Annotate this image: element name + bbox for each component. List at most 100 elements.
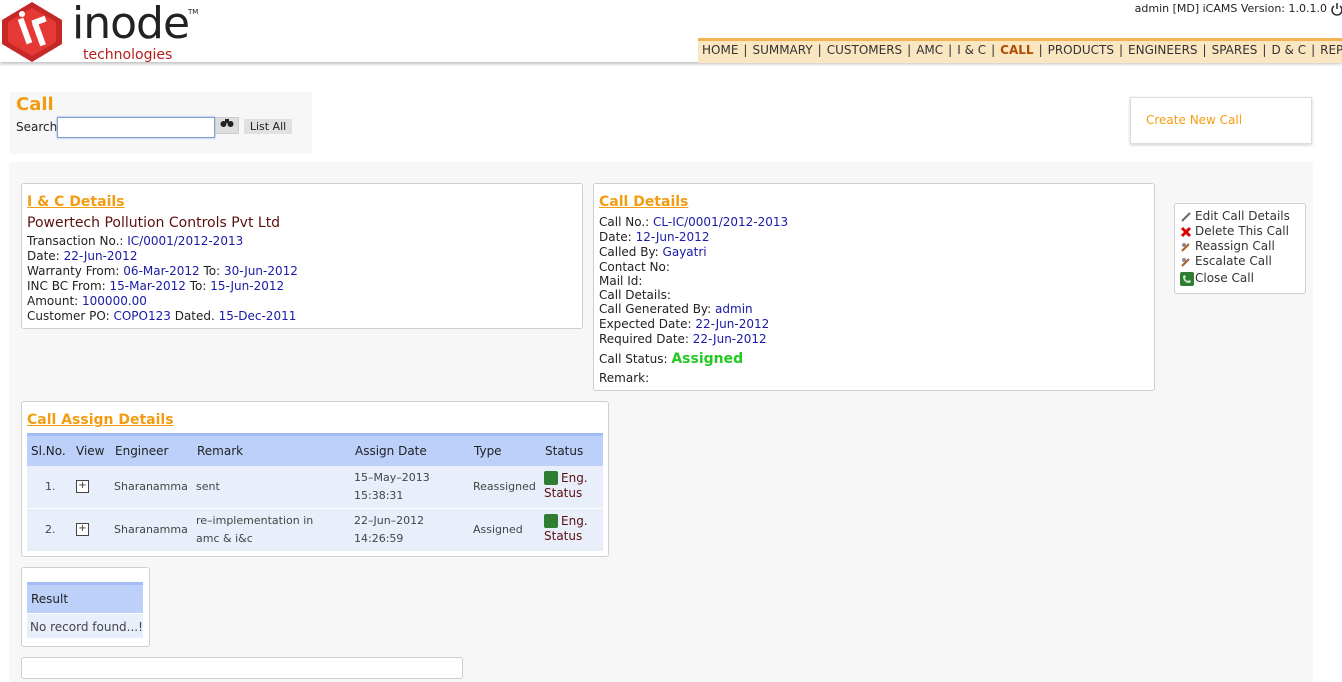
required-date-line: Required Date: 22-Jun-2012: [599, 332, 767, 346]
inc-from: 15-Mar-2012: [109, 279, 186, 293]
nav-separator: |: [1118, 43, 1124, 57]
mail-label: Mail Id:: [599, 274, 643, 288]
expand-plus-icon[interactable]: +: [76, 480, 89, 493]
nav-item-call[interactable]: CALL: [1000, 41, 1033, 60]
col-view: View: [76, 444, 105, 458]
create-new-call-link[interactable]: Create New Call: [1146, 113, 1242, 127]
phone-icon: [1180, 271, 1194, 286]
reassign-call-action[interactable]: Reassign Call: [1180, 239, 1275, 253]
called-by-label: Called By:: [599, 245, 659, 259]
edit-arrow-icon: [1181, 242, 1190, 252]
list-all-button[interactable]: List All: [244, 119, 292, 134]
eng-status-link[interactable]: Eng. Status: [544, 514, 588, 544]
call-details-label: Call Details:: [599, 288, 671, 302]
nav-item-customers[interactable]: CUSTOMERS: [827, 41, 902, 60]
to-label: To:: [189, 279, 207, 293]
call-no-value: CL-IC/0001/2012-2013: [653, 215, 789, 229]
escalate-call-label: Escalate Call: [1195, 254, 1272, 268]
row-date: 22–Jun–2012: [354, 514, 425, 527]
main-nav: HOME | SUMMARY | CUSTOMERS | AMC | I & C | CALL | PR…: [698, 38, 1342, 63]
amount-value: 100000.00: [82, 294, 147, 308]
company-name: Powertech Pollution Controls Pvt Ltd: [27, 215, 281, 231]
edit-arrow-icon: [1181, 257, 1190, 267]
eng-status-l1: Eng.: [561, 514, 588, 528]
delete-call-label: Delete This Call: [1195, 224, 1289, 238]
result-row: No record found...!: [27, 614, 143, 638]
row-remark-l2: amc & i&c: [196, 532, 253, 545]
result-header-label: Result: [31, 592, 69, 606]
required-date-label: Required Date:: [599, 332, 689, 346]
warranty-label: Warranty From:: [27, 264, 120, 278]
customer-po-line: Customer PO: COPO123 Dated. 15-Dec-2011: [27, 309, 296, 323]
nav-item-spares[interactable]: SPARES: [1212, 41, 1258, 60]
row-slno: 1.: [45, 480, 56, 493]
remark-label: Remark:: [599, 371, 650, 385]
col-engineer: Engineer: [115, 444, 169, 458]
inode-logo[interactable]: inode TM technologies: [0, 0, 205, 63]
date-label: Date:: [27, 249, 60, 263]
bottom-panel: [21, 657, 463, 679]
required-date-value: 22-Jun-2012: [692, 332, 767, 346]
reassign-call-label: Reassign Call: [1195, 239, 1275, 253]
eng-status-l1: Eng.: [561, 471, 588, 485]
nav-item-summary[interactable]: SUMMARY: [752, 41, 812, 60]
search-button[interactable]: [215, 117, 239, 134]
call-actions-panel: Edit Call Details Delete This Call Reass…: [1174, 203, 1306, 294]
call-assign-title: Call Assign Details: [27, 412, 174, 428]
escalate-call-action[interactable]: Escalate Call: [1180, 254, 1272, 268]
dated-label: Dated.: [174, 309, 215, 323]
close-call-action[interactable]: Close Call: [1180, 271, 1254, 286]
pencil-icon: [1181, 211, 1191, 222]
amount-line: Amount: 100000.00: [27, 294, 147, 308]
nav-item-reports[interactable]: REPORTS: [1320, 41, 1342, 60]
result-header: Result: [27, 582, 143, 613]
nav-separator: |: [991, 43, 996, 57]
logo-tm: TM: [188, 8, 199, 16]
nav-separator: |: [948, 43, 953, 57]
page-title: Call: [16, 94, 54, 115]
logout-power-icon[interactable]: [1330, 2, 1342, 16]
generated-by-value: admin: [715, 302, 753, 316]
nav-separator: |: [817, 43, 822, 57]
call-status-line: Call Status: Assigned: [599, 351, 743, 367]
nav-item-d-c[interactable]: D & C: [1271, 41, 1306, 60]
nav-item-engineers[interactable]: ENGINEERS: [1128, 41, 1198, 60]
edit-call-label: Edit Call Details: [1195, 209, 1290, 223]
top-header: inode TM technologies admin [MD] iCAMS V…: [0, 0, 1342, 63]
call-status-label: Call Status:: [599, 352, 668, 366]
transaction-value: IC/0001/2012-2013: [127, 234, 244, 248]
expand-plus-icon[interactable]: +: [76, 523, 89, 536]
create-call-box: Create New Call: [1130, 97, 1312, 144]
nav-item-i-c[interactable]: I & C: [957, 41, 986, 60]
inc-line: INC BC From: 15-Mar-2012 To: 15-Jun-2012: [27, 279, 284, 293]
called-by-line: Called By: Gayatri: [599, 245, 707, 259]
col-slno: Sl.No.: [31, 444, 66, 458]
col-assign-date: Assign Date: [355, 444, 427, 458]
nav-separator: |: [1262, 43, 1267, 57]
logo-mark-icon: [2, 2, 62, 62]
amount-label: Amount:: [27, 294, 79, 308]
ic-details-title: I & C Details: [27, 194, 125, 210]
nav-separator: |: [1202, 43, 1207, 57]
inc-label: INC BC From:: [27, 279, 106, 293]
ic-details-panel: I & C Details Powertech Pollution Contro…: [21, 183, 583, 329]
nav-separator: |: [1038, 43, 1043, 57]
nav-item-products[interactable]: PRODUCTS: [1048, 41, 1114, 60]
search-input[interactable]: [57, 117, 215, 138]
call-date-line: Date: 12-Jun-2012: [599, 230, 709, 244]
row-remark: re–implementation in: [196, 514, 314, 527]
nav-item-amc[interactable]: AMC: [916, 41, 943, 60]
edit-call-action[interactable]: Edit Call Details: [1180, 209, 1290, 223]
warranty-to: 30-Jun-2012: [223, 264, 298, 278]
row-time: 14:26:59: [354, 532, 404, 545]
nav-item-home[interactable]: HOME: [702, 41, 738, 60]
delete-call-action[interactable]: Delete This Call: [1180, 224, 1289, 238]
col-remark: Remark: [197, 444, 244, 458]
eng-status-link[interactable]: Eng. Status: [544, 471, 588, 501]
search-label: Search: [16, 120, 58, 134]
nav-separator: |: [907, 43, 912, 57]
binoculars-icon: [220, 119, 234, 127]
search-panel: Call Search List All: [10, 92, 312, 154]
col-type: Type: [474, 444, 502, 458]
call-status-value: Assigned: [671, 351, 744, 367]
